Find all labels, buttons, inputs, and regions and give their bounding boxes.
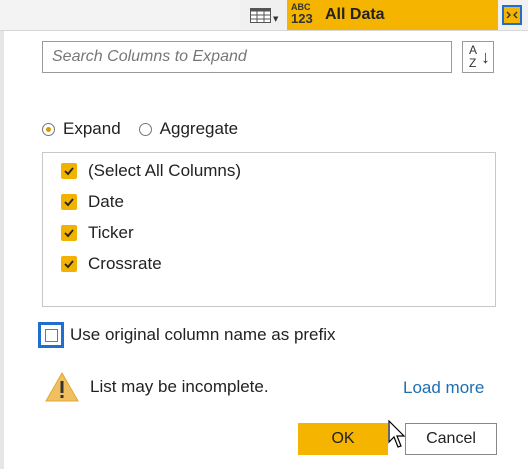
list-item-label: Date — [88, 192, 124, 211]
expand-columns-icon[interactable] — [502, 5, 522, 25]
sort-a-z-button[interactable]: A Z ↓ — [462, 41, 494, 73]
dialog-left-edge — [0, 31, 4, 469]
ok-button[interactable]: OK — [298, 423, 388, 455]
radio-expand-label[interactable]: Expand — [63, 119, 121, 139]
load-more-link[interactable]: Load more — [403, 378, 484, 398]
table-icon[interactable]: ▼ — [250, 8, 278, 24]
search-columns-input[interactable] — [42, 41, 452, 73]
prefix-option[interactable]: Use original column name as prefix — [38, 322, 336, 348]
type-badge: ABC 123 — [291, 2, 317, 26]
column-title: All Data — [325, 6, 385, 23]
list-item-crossrate[interactable]: Crossrate — [61, 253, 162, 275]
list-item-label: Ticker — [88, 223, 134, 242]
prefix-checkbox[interactable] — [44, 328, 58, 342]
list-item-label: (Select All Columns) — [88, 161, 242, 180]
checkbox-checked-icon[interactable] — [61, 163, 77, 179]
arrow-down-icon: ↓ — [481, 47, 490, 67]
header-background — [0, 0, 240, 30]
sort-z-letter: Z — [469, 56, 477, 70]
checkbox-checked-icon[interactable] — [61, 256, 77, 272]
warning-text: List may be incomplete. — [90, 377, 269, 396]
list-item-date[interactable]: Date — [61, 191, 124, 213]
radio-aggregate[interactable] — [138, 122, 152, 136]
mouse-cursor-icon — [388, 420, 406, 448]
radio-aggregate-label[interactable]: Aggregate — [160, 119, 238, 139]
type-badge-bottom: 123 — [291, 11, 313, 26]
sort-a-letter: A — [469, 43, 478, 57]
warning-icon — [45, 371, 79, 402]
prefix-checkbox-highlight[interactable] — [38, 322, 64, 348]
chevron-down-icon: ▼ — [273, 15, 279, 23]
list-item-ticker[interactable]: Ticker — [61, 222, 134, 244]
radio-expand[interactable] — [42, 122, 55, 136]
checkbox-checked-icon[interactable] — [61, 194, 77, 210]
prefix-label[interactable]: Use original column name as prefix — [70, 325, 336, 345]
cancel-button[interactable]: Cancel — [405, 423, 497, 455]
checkbox-checked-icon[interactable] — [61, 225, 77, 241]
incomplete-warning: List may be incomplete. — [44, 371, 269, 403]
mode-selector: Expand Aggregate — [42, 118, 256, 140]
list-item-select-all[interactable]: (Select All Columns) — [61, 160, 241, 182]
columns-list[interactable]: (Select All Columns) Date Ticker Crossra… — [42, 152, 496, 307]
column-header-all-data[interactable]: ABC 123 All Data — [287, 0, 498, 30]
list-item-label: Crossrate — [88, 254, 162, 273]
